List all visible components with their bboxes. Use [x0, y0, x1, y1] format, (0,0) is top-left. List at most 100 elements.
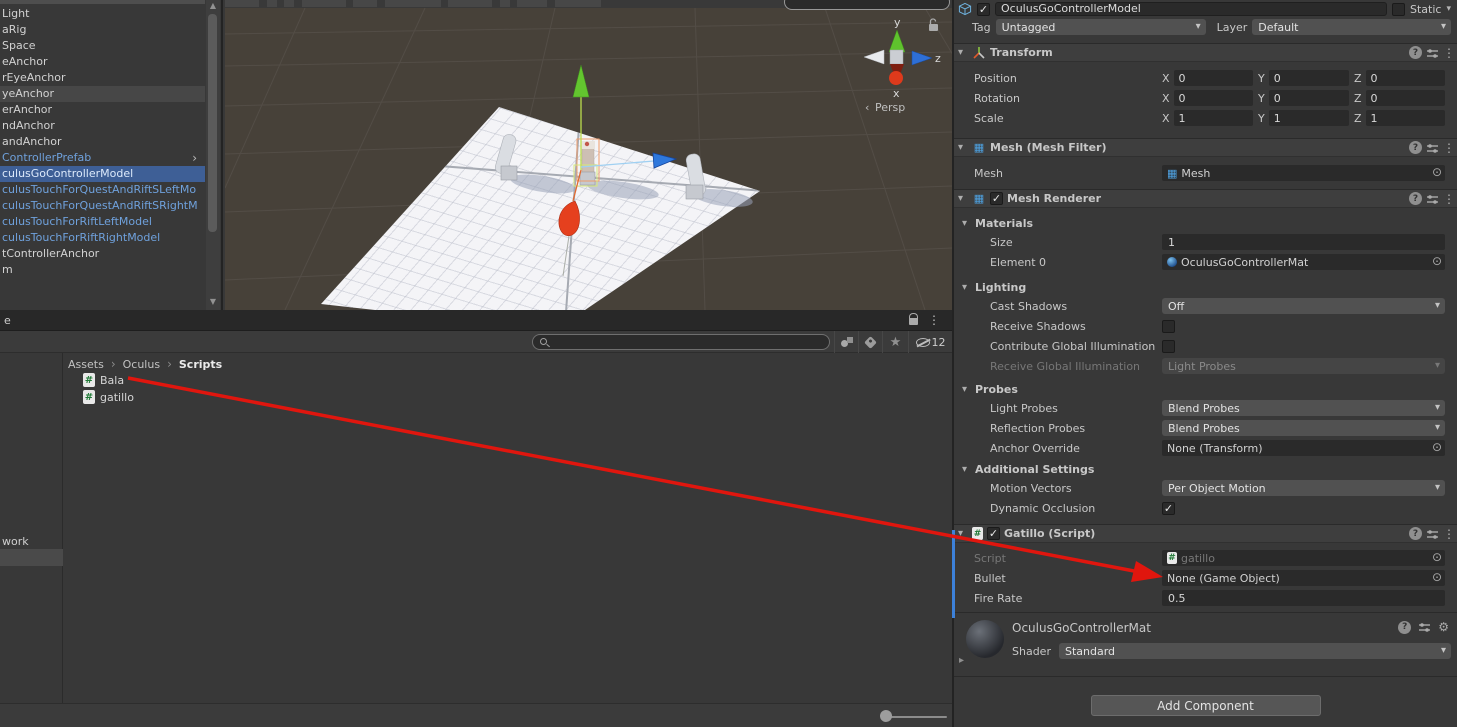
object-picker-icon[interactable]: ⊙ — [1432, 254, 1442, 268]
hierarchy-item[interactable]: ControllerPrefab › — [0, 150, 205, 166]
persp-label[interactable]: Persp — [875, 101, 905, 114]
lighting-foldout[interactable]: ▾Lighting — [954, 278, 1451, 296]
axis-hub[interactable] — [890, 50, 903, 64]
gizmo-y-arrow[interactable] — [573, 65, 589, 97]
favorites-button[interactable]: ★ — [882, 331, 908, 353]
preset-icon[interactable] — [1426, 528, 1439, 540]
project-file-bala[interactable]: # Bala — [83, 373, 124, 387]
hierarchy-item[interactable]: Light — [0, 6, 205, 22]
element0-object-field[interactable]: OculusGoControllerMat ⊙ — [1162, 254, 1445, 270]
position-z-field[interactable]: 0 — [1366, 70, 1445, 86]
hierarchy-item-selected[interactable]: culusGoControllerModel — [0, 166, 205, 182]
scale-x-field[interactable]: 1 — [1174, 110, 1253, 126]
breadcrumb-current[interactable]: Scripts — [179, 358, 222, 371]
foldout-icon[interactable]: ▾ — [958, 528, 968, 539]
axis-y-cone[interactable] — [889, 30, 905, 52]
controller-model-selected[interactable] — [574, 139, 599, 186]
object-picker-icon[interactable]: ⊙ — [1432, 570, 1442, 584]
mesh-filter-header[interactable]: ▾ ▦ Mesh (Mesh Filter) ? ⋮ — [954, 138, 1457, 157]
contribute-gi-checkbox[interactable] — [1162, 340, 1175, 353]
hierarchy-item[interactable]: erAnchor — [0, 102, 205, 118]
folder-item-partial[interactable]: work — [2, 535, 29, 548]
probes-foldout[interactable]: ▾Probes — [954, 380, 1451, 398]
static-checkbox[interactable] — [1392, 3, 1405, 16]
component-menu-icon[interactable]: ⋮ — [1443, 192, 1451, 206]
hierarchy-item[interactable]: culusTouchForQuestAndRiftSRightM — [0, 198, 205, 214]
hidden-items-button[interactable]: 12 — [908, 331, 952, 353]
bullet-object-field[interactable]: None (Game Object) ⊙ — [1162, 570, 1445, 586]
scene-orientation-gizmo[interactable]: y z x ‹ Persp — [864, 16, 941, 114]
object-picker-icon[interactable]: ⊙ — [1432, 440, 1442, 454]
hierarchy-item[interactable]: culusTouchForQuestAndRiftSLeftMo — [0, 182, 205, 198]
active-checkbox[interactable] — [977, 3, 990, 16]
search-by-label-button[interactable] — [858, 331, 882, 353]
motion-vectors-dropdown[interactable]: Per Object Motion — [1162, 480, 1445, 496]
axis-x-cone[interactable] — [889, 71, 903, 85]
scroll-up-icon[interactable]: ▲ — [206, 0, 220, 12]
position-y-field[interactable]: 0 — [1269, 70, 1349, 86]
toolbar-segment[interactable] — [517, 0, 547, 7]
hierarchy-item[interactable]: eAnchor — [0, 54, 205, 70]
help-icon[interactable]: ? — [1409, 527, 1422, 540]
thumbnail-zoom-slider-knob[interactable] — [880, 710, 892, 722]
static-dropdown-icon[interactable]: ▾ — [1446, 4, 1451, 14]
gatillo-script-header[interactable]: ▾ # Gatillo (Script) ? ⋮ — [954, 524, 1457, 543]
receive-shadows-checkbox[interactable] — [1162, 320, 1175, 333]
scrollbar-thumb[interactable] — [208, 14, 217, 232]
script-enabled-checkbox[interactable] — [987, 527, 1000, 540]
preset-icon[interactable] — [1426, 193, 1439, 205]
toolbar-segment[interactable] — [284, 0, 294, 7]
toolbar-segment[interactable] — [353, 0, 377, 7]
cast-shadows-dropdown[interactable]: Off — [1162, 298, 1445, 314]
toolbar-segment[interactable] — [555, 0, 601, 7]
controller-model-right[interactable] — [685, 153, 706, 199]
help-icon[interactable]: ? — [1398, 621, 1411, 634]
foldout-icon[interactable]: ▾ — [958, 47, 968, 58]
tag-dropdown[interactable]: Untagged — [996, 19, 1206, 35]
breadcrumb-root[interactable]: Assets — [68, 358, 104, 371]
hierarchy-item[interactable]: Space — [0, 38, 205, 54]
mesh-renderer-enabled-checkbox[interactable] — [990, 192, 1003, 205]
toolbar-segment[interactable] — [267, 0, 277, 7]
axis-z-cone[interactable] — [912, 51, 932, 65]
rotation-x-field[interactable]: 0 — [1174, 90, 1253, 106]
scale-y-field[interactable]: 1 — [1269, 110, 1349, 126]
gizmo-z-arrow[interactable] — [653, 153, 676, 168]
axis-back-cone[interactable] — [864, 50, 884, 64]
hierarchy-item[interactable]: ndAnchor — [0, 118, 205, 134]
anchor-override-field[interactable]: None (Transform) ⊙ — [1162, 440, 1445, 456]
material-foldout-icon[interactable]: ▸ — [959, 655, 964, 666]
hierarchy-item[interactable]: aRig — [0, 22, 205, 38]
prefab-expand-icon[interactable]: › — [192, 150, 197, 166]
toolbar-search-field[interactable] — [784, 0, 950, 10]
scene-view[interactable]: y z x ‹ Persp — [225, 8, 952, 310]
preset-icon[interactable] — [1418, 621, 1431, 633]
hierarchy-item[interactable]: tControllerAnchor — [0, 246, 205, 262]
transform-header[interactable]: ▾ Transform ? ⋮ — [954, 43, 1457, 62]
foldout-icon[interactable]: ▾ — [958, 193, 968, 204]
toolbar-segment[interactable] — [225, 0, 259, 7]
foldout-icon[interactable]: ▾ — [958, 142, 968, 153]
project-file-gatillo[interactable]: # gatillo — [83, 390, 134, 404]
hierarchy-item[interactable]: m — [0, 262, 205, 278]
hierarchy-item[interactable]: andAnchor — [0, 134, 205, 150]
hierarchy-item[interactable]: culusTouchForRiftLeftModel — [0, 214, 205, 230]
toolbar-segment[interactable] — [448, 0, 492, 7]
component-menu-icon[interactable]: ⋮ — [1443, 141, 1451, 155]
help-icon[interactable]: ? — [1409, 192, 1422, 205]
gizmo-x-arrow[interactable] — [559, 201, 580, 236]
panel-menu-icon[interactable]: ⋮ — [928, 313, 940, 327]
position-x-field[interactable]: 0 — [1174, 70, 1253, 86]
gameobject-name-field[interactable]: OculusGoControllerModel — [995, 2, 1387, 16]
partial-tab-label[interactable]: e — [4, 314, 11, 327]
object-picker-icon[interactable]: ⊙ — [1432, 165, 1442, 179]
hierarchy-item[interactable]: yeAnchor — [0, 86, 205, 102]
reflection-probes-dropdown[interactable]: Blend Probes — [1162, 420, 1445, 436]
add-component-button[interactable]: Add Component — [1091, 695, 1321, 716]
help-icon[interactable]: ? — [1409, 141, 1422, 154]
scroll-down-icon[interactable]: ▼ — [206, 296, 220, 308]
breadcrumb-folder[interactable]: Oculus — [123, 358, 160, 371]
rotation-z-field[interactable]: 0 — [1366, 90, 1445, 106]
rotation-y-field[interactable]: 0 — [1269, 90, 1349, 106]
help-icon[interactable]: ? — [1409, 46, 1422, 59]
